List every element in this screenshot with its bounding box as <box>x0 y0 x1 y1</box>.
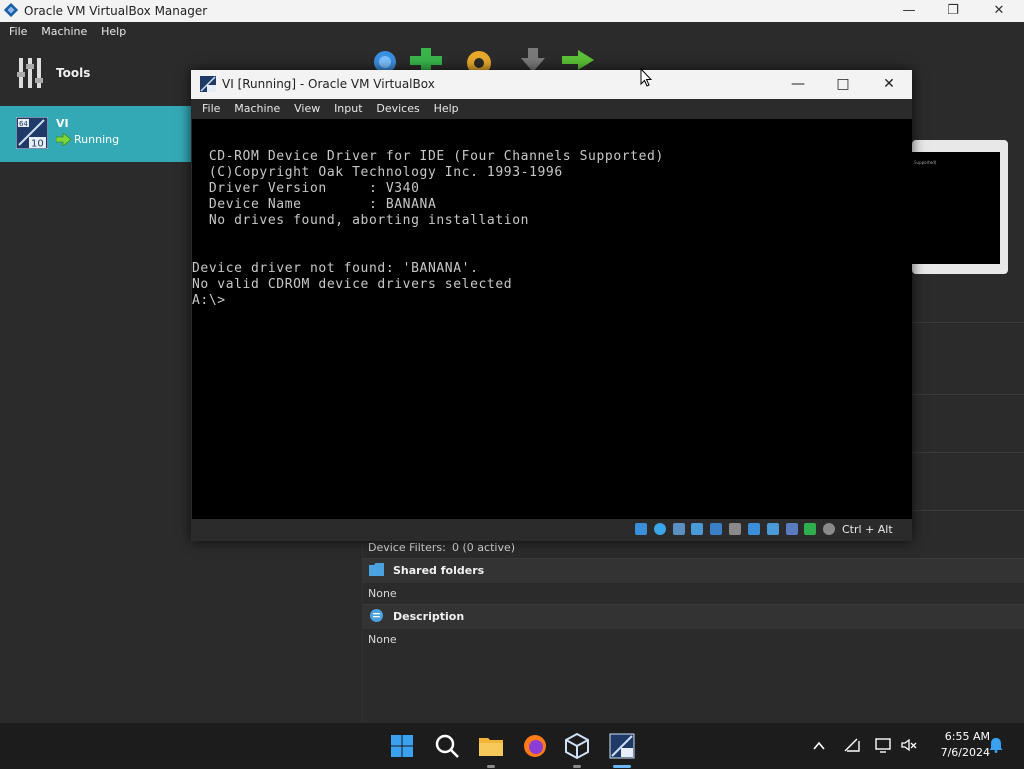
vm-menu-file[interactable]: File <box>197 99 225 115</box>
vm-menu-bar: File Machine View Input Devices Help <box>191 99 912 119</box>
mouse-cursor-icon <box>640 68 652 87</box>
vm-menu-help[interactable]: Help <box>429 99 464 115</box>
console-line: (C)Copyright Oak Technology Inc. 1993-19… <box>192 165 563 180</box>
start-windows-icon[interactable] <box>386 730 418 762</box>
svg-text:64: 64 <box>19 120 28 128</box>
start-arrow-icon[interactable] <box>562 50 594 70</box>
recording-icon[interactable] <box>766 523 779 535</box>
settings-star-icon[interactable] <box>370 48 400 72</box>
status-indicator-icons <box>635 523 838 537</box>
shared-folders-value: None <box>368 587 397 600</box>
vm-display[interactable]: CD-ROM Device Driver for IDE (Four Chann… <box>192 119 912 519</box>
optical-drive-icon[interactable] <box>653 523 666 535</box>
vm-preview-thumbnail: Supported) <box>912 140 1008 274</box>
vm-menu-input[interactable]: Input <box>329 99 367 115</box>
vm-state: Running <box>74 133 120 146</box>
vm-status-bar: Ctrl + Alt <box>191 519 912 541</box>
manager-menu-bar: File Machine Help <box>0 22 1024 42</box>
volume-muted-icon[interactable] <box>900 737 918 753</box>
hard-disk-icon[interactable] <box>635 523 647 535</box>
windows-10-os-icon <box>200 76 216 92</box>
firefox-icon[interactable] <box>519 730 551 762</box>
windows-10-os-icon: 64 10 <box>16 117 48 149</box>
console-line: No drives found, aborting installation <box>192 213 530 228</box>
audio-icon[interactable] <box>672 523 685 535</box>
chevron-up-icon[interactable] <box>812 739 826 753</box>
virtualization-icon[interactable] <box>785 523 798 535</box>
folder-icon <box>369 563 384 576</box>
console-line: Device Name : BANANA <box>192 197 437 212</box>
virtualbox-icon[interactable] <box>561 730 593 762</box>
file-explorer-icon[interactable] <box>475 730 507 762</box>
keyboard-capture-icon[interactable] <box>823 523 836 535</box>
vm-title-bar[interactable]: VI [Running] - Oracle VM VirtualBox — □ … <box>191 70 912 99</box>
network-icon[interactable] <box>691 523 704 535</box>
divider <box>912 452 1024 453</box>
vm-minimize-button[interactable]: — <box>775 70 821 99</box>
console-line: CD-ROM Device Driver for IDE (Four Chann… <box>192 149 664 164</box>
preview-screen: Supported) <box>912 152 1000 264</box>
console-output: CD-ROM Device Driver for IDE (Four Chann… <box>192 149 664 309</box>
console-line: No valid CDROM device drivers selected <box>192 277 513 292</box>
divider <box>912 322 1024 323</box>
manager-title-bar: Oracle VM VirtualBox Manager — ❐ ✕ <box>0 0 1024 22</box>
new-plus-icon[interactable] <box>410 48 442 72</box>
console-prompt: A:\> <box>192 293 226 308</box>
minimize-button[interactable]: — <box>886 0 932 22</box>
vm-menu-machine[interactable]: Machine <box>229 99 285 115</box>
close-button[interactable]: ✕ <box>976 0 1022 22</box>
shared-folders-heading: Shared folders <box>393 564 485 577</box>
windows-taskbar: 6:55 AM 7/6/2024 <box>0 722 1024 769</box>
manager-title: Oracle VM VirtualBox Manager <box>24 4 208 18</box>
usb-filters-value: 0 (0 active) <box>452 541 516 554</box>
menu-help[interactable]: Help <box>96 22 131 38</box>
virtualbox-logo-icon <box>4 3 18 17</box>
menu-machine[interactable]: Machine <box>36 22 92 38</box>
description-heading: Description <box>393 610 465 623</box>
clock-date: 7/6/2024 <box>940 746 990 759</box>
system-clock[interactable]: 6:55 AM 7/6/2024 <box>920 729 990 761</box>
svg-text:10: 10 <box>31 139 44 150</box>
display-icon[interactable] <box>747 523 760 535</box>
clock-time: 6:55 AM <box>944 730 990 743</box>
vm-name: VI <box>56 117 69 130</box>
vm-window-title: VI [Running] - Oracle VM VirtualBox <box>222 77 435 91</box>
divider <box>912 394 1024 395</box>
running-arrow-icon <box>56 133 71 146</box>
host-key-label: Ctrl + Alt <box>842 523 893 536</box>
search-icon[interactable] <box>431 730 463 762</box>
notification-bell-icon[interactable] <box>988 737 1004 753</box>
manager-toolbar <box>368 44 608 72</box>
usb-filters-label: Device Filters: <box>368 541 446 554</box>
mouse-integration-icon[interactable] <box>804 523 817 535</box>
preview-text: Supported) <box>914 160 937 165</box>
usb-icon[interactable] <box>710 523 723 535</box>
vm-window: VI [Running] - Oracle VM VirtualBox — □ … <box>191 70 912 541</box>
vm-list-item[interactable]: 64 10 VI Running <box>0 106 192 162</box>
description-value: None <box>368 633 397 646</box>
vm-maximize-button[interactable]: □ <box>820 70 866 99</box>
tools-label: Tools <box>56 66 91 80</box>
settings-gear-icon[interactable] <box>464 48 494 72</box>
menu-file[interactable]: File <box>4 22 32 38</box>
vm-window-taskbar-icon[interactable] <box>606 730 638 762</box>
console-line: Device driver not found: 'BANANA'. <box>192 261 479 276</box>
shared-folders-icon[interactable] <box>729 523 742 535</box>
speech-bubble-icon <box>370 609 383 622</box>
vm-menu-view[interactable]: View <box>289 99 325 115</box>
vm-menu-devices[interactable]: Devices <box>371 99 424 115</box>
discard-arrow-icon[interactable] <box>518 48 548 72</box>
network-disconnected-icon[interactable] <box>843 737 861 753</box>
divider <box>912 510 1024 511</box>
console-line: Driver Version : V340 <box>192 181 420 196</box>
restore-button[interactable]: ❐ <box>930 0 976 22</box>
vm-close-button[interactable]: ✕ <box>866 70 912 99</box>
display-icon[interactable] <box>874 736 892 754</box>
tools-icon <box>17 58 43 88</box>
